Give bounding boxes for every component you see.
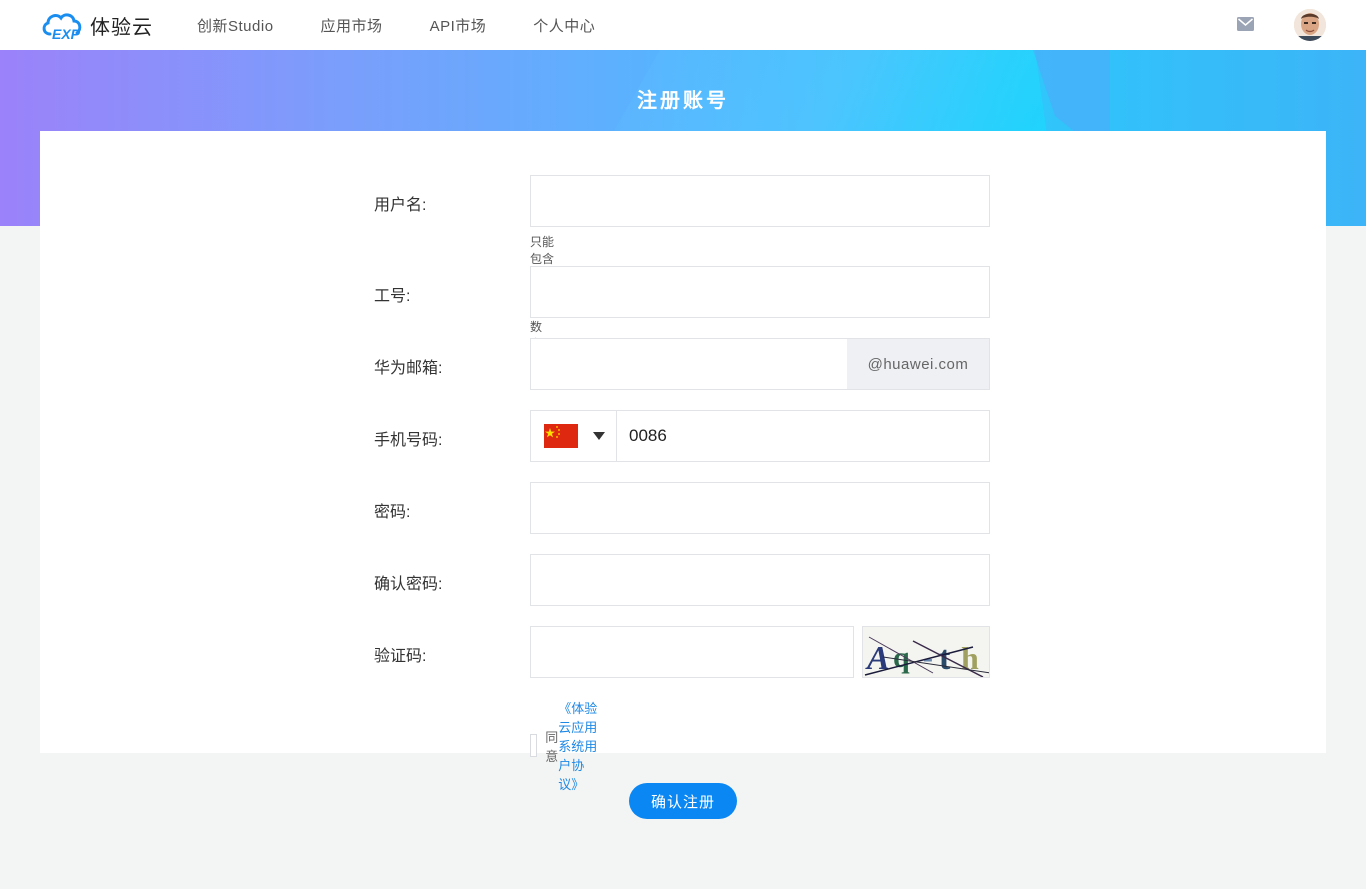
cloud-logo-icon: EXP [42,13,82,40]
captcha-label: 验证码: [374,648,427,665]
chevron-down-icon [593,432,605,440]
agreement-prefix: 同意 [545,729,559,764]
svg-text:q: q [893,641,910,674]
employee-id-input[interactable] [530,266,990,318]
password-label: 密码: [374,504,411,521]
logo-text: 体验云 [90,16,153,39]
logo[interactable]: EXP 体验云 [40,10,153,40]
top-navbar: EXP 体验云 创新Studio 应用市场 API市场 个人中心 [0,0,1366,50]
password-input[interactable] [530,482,990,534]
captcha-input[interactable] [530,626,854,678]
username-input[interactable] [530,175,990,227]
email-input[interactable] [531,339,847,389]
email-suffix: @huawei.com [847,339,989,389]
page-title: 注册账号 [637,90,729,112]
agreement-link[interactable]: 《体验云应用系统用户协议》 [558,698,600,793]
username-label: 用户名: [374,197,427,214]
confirm-password-input[interactable] [530,554,990,606]
nav-item-app-market[interactable]: 应用市场 [321,15,383,36]
nav-item-api-market[interactable]: API市场 [430,15,487,36]
email-label: 华为邮箱: [374,360,443,377]
employee-id-label: 工号: [374,288,411,305]
phone-input[interactable]: 0086 [629,411,667,461]
captcha-image[interactable]: A q - t h [862,626,990,678]
submit-button[interactable]: 确认注册 [629,783,737,819]
user-avatar-icon [1294,9,1326,41]
email-field: @huawei.com [530,338,990,390]
country-code-dropdown[interactable] [531,411,617,461]
avatar[interactable] [1294,9,1326,41]
agreement: 同意 《体验云应用系统用户协议》 [530,698,600,793]
agreement-checkbox[interactable] [530,734,538,757]
confirm-password-label: 确认密码: [374,576,443,593]
registration-form: 用户名: 只能包含小写字母、数字、下划线 工号: 华为邮箱: @huawei.c… [40,131,1326,792]
svg-text:EXP: EXP [52,26,81,40]
nav-item-studio[interactable]: 创新Studio [197,15,274,36]
phone-label: 手机号码: [374,432,443,449]
svg-text:t: t [939,640,951,677]
china-flag-icon [544,424,578,448]
mail-icon[interactable] [1237,17,1254,31]
main-nav: 创新Studio 应用市场 API市场 个人中心 [197,0,642,50]
nav-item-personal-center[interactable]: 个人中心 [533,15,595,36]
phone-field: 0086 [530,410,990,462]
captcha-graphic: A q - t h [864,636,989,677]
